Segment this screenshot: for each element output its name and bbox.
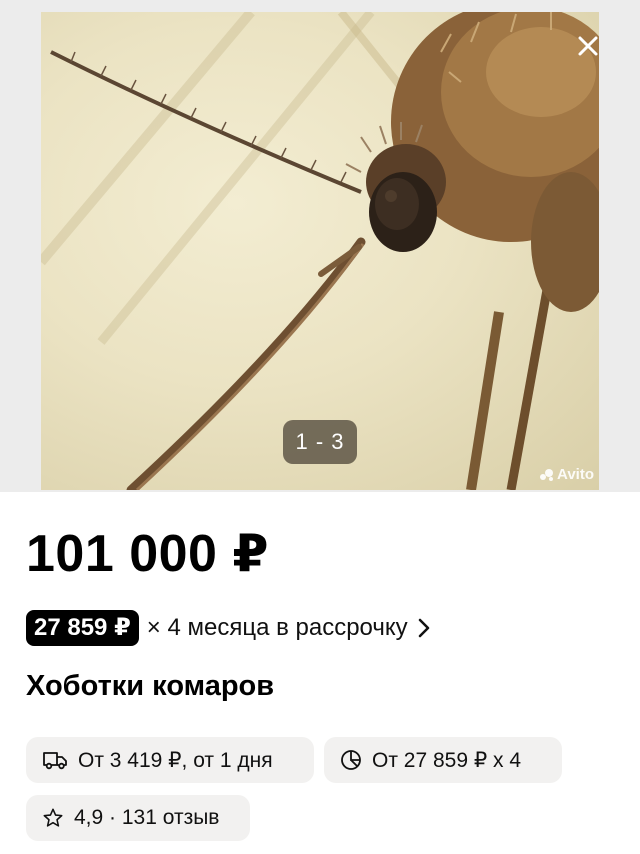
installment-text: × 4 месяца в рассрочку <box>146 614 408 641</box>
star-outline-icon <box>43 808 63 827</box>
price: 101 000 ₽ <box>26 525 270 583</box>
installment-link[interactable]: 27 859 ₽ × 4 месяца в рассрочку <box>26 608 430 648</box>
listing-page: 1 - 3 Avito 101 000 ₽ 27 859 ₽ × 4 месяц… <box>0 0 640 854</box>
delivery-chip-label: От 3 419 ₽, от 1 дня <box>78 748 273 772</box>
chevron-right-icon <box>418 618 430 638</box>
rating-chip[interactable]: 4,9 · 131 отзыв <box>26 795 250 841</box>
rating-chip-label: 4,9 · 131 отзыв <box>74 806 220 829</box>
photo-counter: 1 - 3 <box>283 420 357 464</box>
installment-chip-label: От 27 859 ₽ х 4 <box>372 748 522 772</box>
listing-photo[interactable] <box>41 12 599 490</box>
close-icon <box>578 36 598 56</box>
pie-chart-icon <box>341 750 361 770</box>
truck-icon <box>43 752 67 770</box>
avito-logo-icon <box>540 468 554 481</box>
close-button[interactable] <box>560 18 616 74</box>
installment-chip[interactable]: От 27 859 ₽ х 4 <box>324 737 562 783</box>
delivery-chip[interactable]: От 3 419 ₽, от 1 дня <box>26 737 314 783</box>
installment-amount-badge: 27 859 ₽ <box>26 610 139 646</box>
photo-gallery[interactable]: 1 - 3 Avito <box>0 0 640 492</box>
listing-title: Хоботки комаров <box>26 670 275 702</box>
mosquito-illustration <box>41 12 599 490</box>
avito-watermark: Avito <box>540 466 594 483</box>
watermark-text: Avito <box>557 466 594 483</box>
